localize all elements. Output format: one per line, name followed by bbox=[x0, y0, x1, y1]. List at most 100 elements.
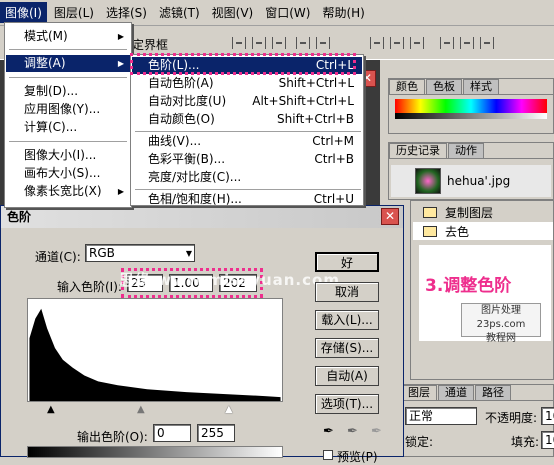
menu-window[interactable]: 窗口(W) bbox=[260, 2, 315, 23]
history-snapshot[interactable]: hehua'.jpg bbox=[391, 165, 551, 197]
bounding-box-label: 定界框 bbox=[132, 38, 169, 52]
menu-filter[interactable]: 滤镜(T) bbox=[154, 2, 205, 23]
distribute-right-icon[interactable] bbox=[480, 37, 494, 49]
menu-item-auto-levels[interactable]: 自动色阶(A) Shift+Ctrl+L bbox=[132, 75, 362, 92]
gamma-slider-icon[interactable]: ▲ bbox=[137, 404, 145, 415]
logo-line: 图片处理 bbox=[481, 305, 521, 316]
dialog-titlebar[interactable]: 色阶 bbox=[1, 206, 403, 228]
tutorial-annotation-area: 3.调整色阶 图片处理 23ps.com 教程网 bbox=[419, 245, 551, 344]
black-point-slider-icon[interactable]: ▲ bbox=[47, 404, 55, 415]
white-eyedropper-icon[interactable]: ✒ bbox=[371, 424, 385, 440]
menu-item-duplicate[interactable]: 复制(D)... bbox=[6, 83, 130, 100]
site-logo: 图片处理 23ps.com 教程网 bbox=[461, 303, 541, 344]
fill-field[interactable]: 10 bbox=[541, 431, 554, 449]
submenu-arrow-icon: ▶ bbox=[117, 32, 124, 41]
load-button[interactable]: 载入(L)... bbox=[315, 310, 379, 330]
menu-item-pixel-aspect[interactable]: 像素长宽比(X) ▶ bbox=[6, 183, 130, 200]
history-item-label: 复制图层 bbox=[445, 205, 494, 220]
preview-checkbox[interactable] bbox=[323, 450, 333, 460]
distribute-left-icon[interactable] bbox=[440, 37, 454, 49]
menu-image[interactable]: 图像(I) bbox=[0, 2, 47, 23]
menu-separator bbox=[9, 49, 127, 50]
fill-label: 填充: bbox=[511, 435, 540, 449]
menu-item-hue-saturation[interactable]: 色相/饱和度(H)... Ctrl+U bbox=[132, 191, 362, 208]
tab-layers[interactable]: 图层 bbox=[401, 385, 437, 400]
submenu-arrow-icon: ▶ bbox=[117, 187, 124, 196]
menu-shortcut: Ctrl+U bbox=[313, 192, 354, 206]
menu-item-label: 调整(A) bbox=[24, 56, 66, 70]
watermark: 思缘 www.missyuan.com bbox=[119, 271, 340, 289]
logo-line: 教程网 bbox=[486, 333, 516, 344]
history-state-icon bbox=[423, 225, 437, 237]
history-item-selected[interactable]: 去色 bbox=[413, 222, 553, 240]
menu-item-label: 曲线(V)... bbox=[148, 134, 202, 148]
menu-separator bbox=[9, 141, 127, 142]
history-item[interactable]: 复制图层 bbox=[413, 203, 553, 221]
menu-item-mode[interactable]: 模式(M) ▶ bbox=[6, 28, 130, 45]
menu-separator bbox=[135, 189, 361, 190]
menu-layer[interactable]: 图层(L) bbox=[49, 2, 99, 23]
menu-item-apply-image[interactable]: 应用图像(Y)... bbox=[6, 101, 130, 118]
menu-shortcut: Shift+Ctrl+L bbox=[278, 76, 354, 90]
distribute-center-icon[interactable] bbox=[460, 37, 474, 49]
menu-shortcut: Ctrl+M bbox=[312, 134, 354, 148]
tab-channels[interactable]: 通道 bbox=[438, 385, 474, 400]
lock-label: 锁定: bbox=[405, 435, 434, 449]
menu-item-auto-contrast[interactable]: 自动对比度(U) Alt+Shift+Ctrl+L bbox=[132, 93, 362, 110]
menu-separator bbox=[135, 131, 361, 132]
menu-item-label: 自动颜色(O) bbox=[148, 112, 215, 126]
submenu-arrow-icon: ▶ bbox=[117, 59, 124, 68]
distribute-bottom-icon[interactable] bbox=[410, 37, 424, 49]
align-bottom-icon[interactable] bbox=[272, 37, 286, 49]
menu-select[interactable]: 选择(S) bbox=[101, 2, 152, 23]
tab-styles[interactable]: 样式 bbox=[463, 79, 499, 94]
menu-item-auto-color[interactable]: 自动颜色(O) Shift+Ctrl+B bbox=[132, 111, 362, 128]
distribute-top-icon[interactable] bbox=[370, 37, 384, 49]
white-point-slider-icon[interactable]: ▲ bbox=[225, 404, 233, 415]
menu-view[interactable]: 视图(V) bbox=[207, 2, 259, 23]
align-top-icon[interactable] bbox=[232, 37, 246, 49]
color-spectrum[interactable] bbox=[395, 99, 547, 113]
align-middle-icon[interactable] bbox=[252, 37, 266, 49]
actions-history-list: 复制图层 去色 3.调整色阶 图片处理 23ps.com 教程网 bbox=[410, 200, 554, 380]
ok-button[interactable]: 好 bbox=[315, 252, 379, 272]
opacity-field[interactable]: 10 bbox=[541, 407, 554, 425]
menu-item-calculations[interactable]: 计算(C)... bbox=[6, 119, 130, 136]
step-annotation: 3.调整色阶 bbox=[425, 276, 512, 296]
tab-color[interactable]: 颜色 bbox=[389, 79, 425, 94]
gray-ramp[interactable] bbox=[395, 113, 547, 119]
dialog-title: 色阶 bbox=[7, 210, 32, 224]
tab-swatches[interactable]: 色板 bbox=[426, 79, 462, 94]
menu-item-color-balance[interactable]: 色彩平衡(B)... Ctrl+B bbox=[132, 151, 362, 168]
cancel-button[interactable]: 取消 bbox=[315, 282, 379, 302]
blend-mode-select[interactable]: 正常 bbox=[405, 407, 477, 425]
distribute-middle-icon[interactable] bbox=[390, 37, 404, 49]
menu-item-adjust[interactable]: 调整(A) ▶ bbox=[6, 55, 130, 72]
menu-item-brightness-contrast[interactable]: 亮度/对比度(C)... bbox=[132, 169, 362, 186]
menu-item-label: 像素长宽比(X) bbox=[24, 184, 102, 198]
black-eyedropper-icon[interactable]: ✒ bbox=[323, 424, 337, 440]
tab-actions[interactable]: 动作 bbox=[448, 143, 484, 158]
history-state-icon bbox=[423, 206, 437, 218]
align-left-icon[interactable] bbox=[296, 37, 310, 49]
save-button[interactable]: 存储(S)... bbox=[315, 338, 379, 358]
dialog-close-icon[interactable]: ✕ bbox=[381, 208, 399, 225]
menu-item-curves[interactable]: 曲线(V)... Ctrl+M bbox=[132, 133, 362, 150]
tab-paths[interactable]: 路径 bbox=[475, 385, 511, 400]
layers-panel: 图层 通道 路径 正常 不透明度: 10 锁定: 填充: 10 bbox=[400, 384, 554, 457]
menu-item-image-size[interactable]: 图像大小(I)... bbox=[6, 147, 130, 164]
menu-separator bbox=[9, 77, 127, 78]
opacity-label: 不透明度: bbox=[485, 411, 538, 425]
options-button[interactable]: 选项(T)... bbox=[315, 394, 379, 414]
output-black-field[interactable]: 0 bbox=[153, 424, 191, 442]
menu-item-canvas-size[interactable]: 画布大小(S)... bbox=[6, 165, 130, 182]
auto-button[interactable]: 自动(A) bbox=[315, 366, 379, 386]
output-white-field[interactable]: 255 bbox=[197, 424, 235, 442]
gray-eyedropper-icon[interactable]: ✒ bbox=[347, 424, 361, 440]
input-levels-label: 输入色阶(I): bbox=[57, 280, 122, 294]
histogram bbox=[27, 298, 283, 402]
tab-history[interactable]: 历史记录 bbox=[389, 143, 447, 158]
channel-select[interactable]: RGB ▼ bbox=[85, 244, 195, 262]
align-center-icon[interactable] bbox=[316, 37, 330, 49]
menu-help[interactable]: 帮助(H) bbox=[317, 2, 369, 23]
